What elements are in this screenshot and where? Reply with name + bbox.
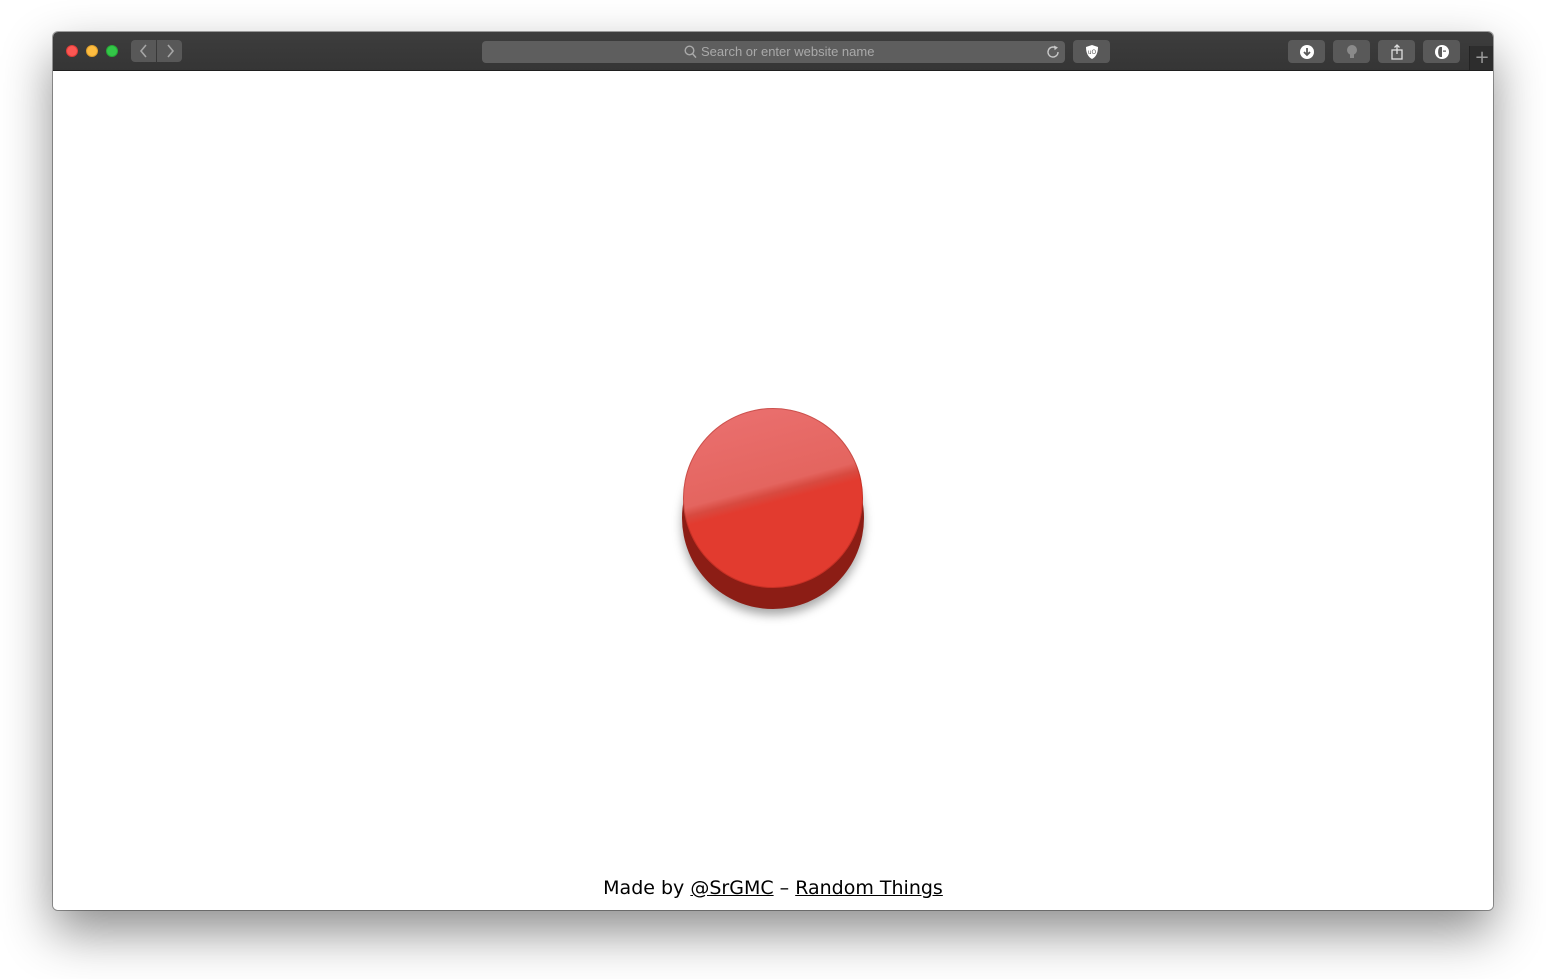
big-red-button[interactable] bbox=[682, 407, 864, 611]
search-icon bbox=[684, 45, 697, 59]
lightbulb-icon bbox=[1346, 44, 1357, 58]
downloads-button[interactable] bbox=[1288, 40, 1325, 63]
forward-button[interactable] bbox=[157, 40, 182, 62]
footer-prefix: Made by bbox=[603, 877, 685, 899]
download-icon bbox=[1299, 44, 1314, 59]
chevron-left-icon bbox=[139, 44, 147, 58]
page-content: Made by @SrGMC – Random Things bbox=[53, 71, 1493, 910]
reload-icon[interactable] bbox=[1045, 44, 1061, 60]
red-button-top bbox=[683, 408, 863, 588]
minimize-window-button[interactable] bbox=[86, 45, 98, 57]
random-things-link[interactable]: Random Things bbox=[795, 877, 943, 899]
ublock-button[interactable]: uO bbox=[1073, 40, 1110, 63]
chevron-right-icon bbox=[166, 44, 174, 58]
footer-credits: Made by @SrGMC – Random Things bbox=[53, 877, 1493, 899]
share-icon bbox=[1390, 43, 1403, 60]
close-window-button[interactable] bbox=[66, 45, 78, 57]
maximize-window-button[interactable] bbox=[106, 45, 118, 57]
address-bar[interactable]: Search or enter website name bbox=[482, 41, 1065, 63]
browser-window: Search or enter website name uO + Made b… bbox=[53, 32, 1493, 910]
share-button[interactable] bbox=[1378, 40, 1415, 63]
ublock-shield-icon: uO bbox=[1085, 44, 1098, 59]
back-button[interactable] bbox=[131, 40, 156, 62]
new-tab-button[interactable]: + bbox=[1469, 46, 1493, 70]
duckduckgo-icon bbox=[1434, 44, 1449, 59]
address-bar-placeholder: Search or enter website name bbox=[701, 44, 875, 59]
lightbulb-button[interactable] bbox=[1333, 40, 1370, 63]
title-bar: Search or enter website name uO + bbox=[53, 32, 1493, 71]
svg-text:uO: uO bbox=[1087, 49, 1096, 56]
duckduckgo-button[interactable] bbox=[1423, 40, 1460, 63]
author-link[interactable]: @SrGMC bbox=[690, 877, 773, 899]
footer-separator: – bbox=[779, 877, 790, 899]
